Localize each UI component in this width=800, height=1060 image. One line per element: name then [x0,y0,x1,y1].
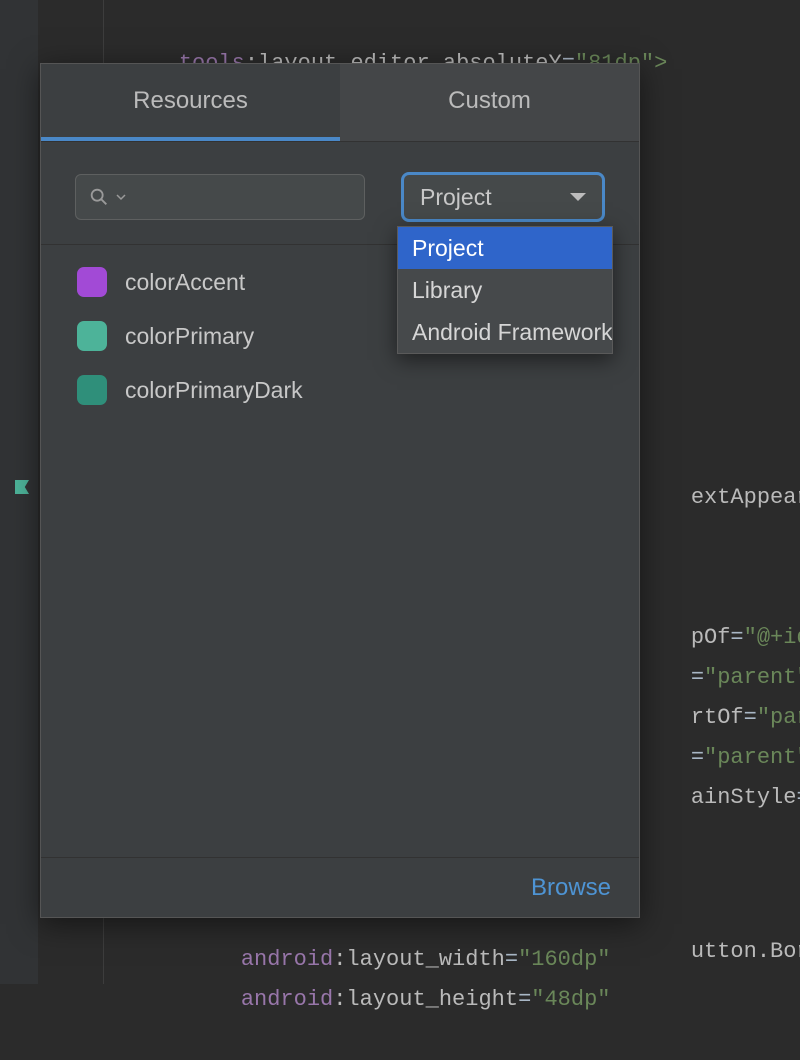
scope-option-project[interactable]: Project [398,227,612,269]
search-icon [88,186,110,208]
editor-gutter [0,0,38,984]
tab-custom[interactable]: Custom [340,64,639,141]
color-swatch [77,375,107,405]
popup-footer: Browse [41,857,639,917]
code-val: "48dp" [531,987,610,1012]
resource-name: colorAccent [125,269,245,296]
resource-name: colorPrimary [125,323,254,350]
bookmark-icon[interactable] [15,480,29,494]
resource-item-colorprimarydark[interactable]: colorPrimaryDark [57,363,623,417]
chevron-down-icon [116,192,126,202]
popup-toolbar: Project Project Library Android Framewor… [41,142,639,245]
resource-picker-popup: Resources Custom Project Project Library… [40,63,640,918]
color-swatch [77,267,107,297]
scope-option-library[interactable]: Library [398,269,612,311]
color-swatch [77,321,107,351]
code-frag: ainStyle [691,785,797,810]
scope-dropdown-menu: Project Library Android Framework [397,226,613,354]
tab-resources[interactable]: Resources [41,64,340,141]
chevron-down-icon [570,193,586,201]
code-ns: android [241,987,333,1012]
code-frag: extAppearanc [691,485,800,510]
resource-name: colorPrimaryDark [125,377,303,404]
scope-dropdown[interactable]: Project [401,172,605,222]
search-input[interactable] [75,174,365,220]
scope-option-android-framework[interactable]: Android Framework [398,311,612,353]
scope-selected: Project [420,184,492,211]
code-close: > [654,51,667,76]
code-frag: utton.Border [691,939,800,964]
popup-tabs: Resources Custom [41,64,639,142]
browse-link[interactable]: Browse [531,874,611,902]
search-field[interactable] [138,186,403,209]
code-attr: :layout_height [333,987,518,1012]
